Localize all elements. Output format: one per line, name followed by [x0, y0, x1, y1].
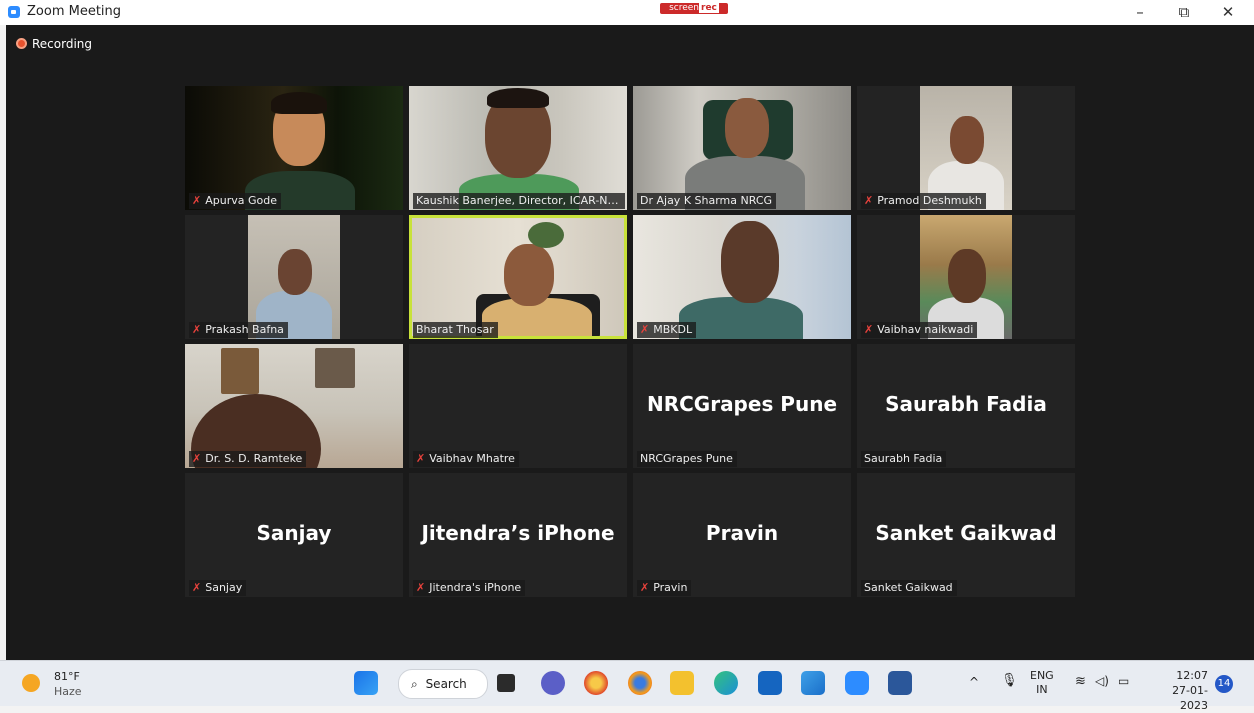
- participant-name-label: Kaushik Banerjee, Director, ICAR-NR...: [413, 193, 625, 209]
- windows-taskbar: 81°F Haze ⌕ Search ^ 🎙 ENG IN ≋ ◁) ▭ 12:0…: [0, 660, 1254, 712]
- participant-video: [633, 215, 851, 339]
- zoom-taskbar-icon[interactable]: [845, 671, 869, 695]
- participant-video: [920, 215, 1012, 339]
- participant-video: [185, 86, 403, 210]
- muted-mic-icon: ✗: [864, 323, 874, 336]
- participant-video: [185, 344, 403, 468]
- participant-name-label: NRCGrapes Pune: [637, 451, 737, 467]
- participant-video: [412, 218, 624, 336]
- start-icon[interactable]: [354, 671, 378, 695]
- notification-badge[interactable]: 14: [1215, 675, 1233, 693]
- taskbar-search[interactable]: ⌕ Search: [398, 669, 488, 699]
- screenrec-watermark: screen rec: [660, 3, 728, 14]
- participant-video: [409, 86, 627, 210]
- gallery-grid: ✗ Apurva Gode Kaushik Banerjee, Director,…: [185, 86, 1076, 598]
- outlook-icon[interactable]: [758, 671, 782, 695]
- edge-icon[interactable]: [714, 671, 738, 695]
- participant-tile[interactable]: ✗ Vaibhav naikwadi: [857, 215, 1075, 339]
- chrome-icon[interactable]: [628, 671, 652, 695]
- participant-tile[interactable]: Kaushik Banerjee, Director, ICAR-NR...: [409, 86, 627, 210]
- task-view-icon[interactable]: [497, 674, 515, 692]
- participant-tile[interactable]: NRCGrapes Pune NRCGrapes Pune: [633, 344, 851, 468]
- participant-name-label: Bharat Thosar: [413, 322, 498, 338]
- participant-name-label: ✗ Dr. S. D. Ramteke: [189, 451, 307, 467]
- participant-name-label: ✗ Jitendra's iPhone: [413, 580, 526, 596]
- muted-mic-icon: ✗: [864, 194, 874, 207]
- photos-icon[interactable]: [801, 671, 825, 695]
- muted-mic-icon: ✗: [416, 452, 426, 465]
- participant-name-label: Dr Ajay K Sharma NRCG: [637, 193, 777, 209]
- participant-tile[interactable]: ✗ Apurva Gode: [185, 86, 403, 210]
- brave-browser-icon[interactable]: [584, 671, 608, 695]
- muted-mic-icon: ✗: [192, 581, 202, 594]
- participant-tile[interactable]: Saurabh Fadia Saurabh Fadia: [857, 344, 1075, 468]
- restore-button[interactable]: ⧉: [1166, 2, 1202, 22]
- participant-video: [633, 86, 851, 210]
- participant-display-name: Sanjay: [256, 521, 332, 545]
- participant-display-name: Jitendra’s iPhone: [421, 521, 615, 545]
- recording-indicator[interactable]: Recording: [16, 37, 92, 51]
- participant-display-name: NRCGrapes Pune: [646, 392, 838, 416]
- participant-video: [248, 215, 340, 339]
- participant-display-name: Pravin: [705, 521, 779, 545]
- participant-tile[interactable]: ✗ MBKDL: [633, 215, 851, 339]
- participant-name-label: Sanket Gaikwad: [861, 580, 957, 596]
- participant-name-label: ✗ MBKDL: [637, 322, 697, 338]
- microphone-icon[interactable]: 🎙: [1001, 673, 1018, 688]
- window-title: Zoom Meeting: [27, 4, 122, 19]
- active-speaker-tile[interactable]: Bharat Thosar: [409, 215, 627, 339]
- participant-tile[interactable]: ✗ Pramod Deshmukh: [857, 86, 1075, 210]
- muted-mic-icon: ✗: [640, 581, 650, 594]
- participant-name-label: ✗ Apurva Gode: [189, 193, 281, 209]
- file-explorer-icon[interactable]: [670, 671, 694, 695]
- participant-tile[interactable]: Sanjay ✗ Sanjay: [185, 473, 403, 597]
- participant-name-label: ✗ Vaibhav Mhatre: [413, 451, 519, 467]
- participant-tile[interactable]: ✗ Vaibhav Mhatre: [409, 344, 627, 468]
- participant-name-label: ✗ Prakash Bafna: [189, 322, 288, 338]
- participant-name-label: Saurabh Fadia: [861, 451, 947, 467]
- participant-tile[interactable]: Dr Ajay K Sharma NRCG: [633, 86, 851, 210]
- word-icon[interactable]: [888, 671, 912, 695]
- participant-tile[interactable]: Jitendra’s iPhone ✗ Jitendra's iPhone: [409, 473, 627, 597]
- battery-icon[interactable]: ▭: [1118, 674, 1129, 688]
- participant-name-label: ✗ Pramod Deshmukh: [861, 193, 986, 209]
- participant-display-name: Saurabh Fadia: [885, 392, 1047, 416]
- minimize-button[interactable]: –: [1122, 2, 1158, 22]
- clock[interactable]: 12:07 27-01-2023: [1150, 668, 1208, 713]
- participant-name-label: ✗ Vaibhav naikwadi: [861, 322, 978, 338]
- meeting-view: Recording ✗ Apurva Gode Kaushik Banerjee,…: [6, 25, 1254, 660]
- weather-haze-icon: [22, 674, 40, 692]
- title-bar: Zoom Meeting screen rec – ⧉ ✕: [0, 0, 1254, 25]
- participant-tile[interactable]: Sanket Gaikwad Sanket Gaikwad: [857, 473, 1075, 597]
- wifi-icon[interactable]: ≋: [1075, 674, 1086, 689]
- weather-condition: Haze: [54, 685, 82, 698]
- zoom-app-icon: [8, 6, 20, 18]
- teams-chat-icon[interactable]: [541, 671, 565, 695]
- muted-mic-icon: ✗: [192, 323, 202, 336]
- participant-tile[interactable]: ✗ Dr. S. D. Ramteke: [185, 344, 403, 468]
- muted-mic-icon: ✗: [192, 452, 202, 465]
- volume-icon[interactable]: ◁): [1095, 674, 1109, 688]
- participant-tile[interactable]: Pravin ✗ Pravin: [633, 473, 851, 597]
- recording-icon: [16, 38, 27, 49]
- search-icon: ⌕: [411, 677, 418, 691]
- weather-temperature: 81°F: [54, 670, 80, 683]
- chevron-up-icon[interactable]: ^: [969, 675, 979, 689]
- muted-mic-icon: ✗: [640, 323, 650, 336]
- participant-name-label: ✗ Pravin: [637, 580, 692, 596]
- participant-tile[interactable]: ✗ Prakash Bafna: [185, 215, 403, 339]
- muted-mic-icon: ✗: [192, 194, 202, 207]
- participant-name-label: ✗ Sanjay: [189, 580, 247, 596]
- participant-display-name: Sanket Gaikwad: [875, 521, 1057, 545]
- close-button[interactable]: ✕: [1210, 2, 1246, 22]
- muted-mic-icon: ✗: [416, 581, 426, 594]
- language-indicator[interactable]: ENG IN: [1030, 669, 1054, 697]
- participant-video: [920, 86, 1012, 210]
